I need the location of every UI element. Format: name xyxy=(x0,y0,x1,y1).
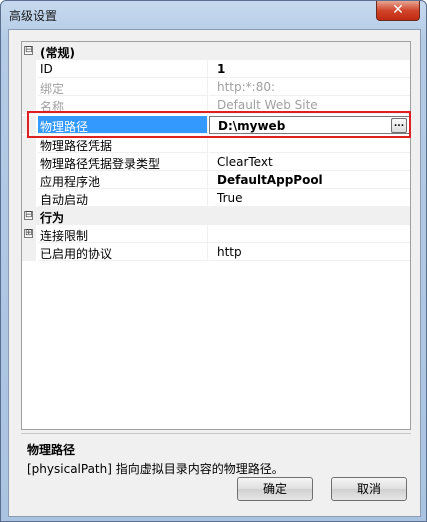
collapse-icon[interactable]: ⊟ xyxy=(24,46,33,55)
property-value: ClearText xyxy=(209,153,410,171)
window-title: 高级设置 xyxy=(9,9,58,23)
property-name: ID xyxy=(38,60,208,78)
property-row-app-pool[interactable]: 应用程序池 DefaultAppPool xyxy=(22,171,410,189)
property-row-protocols[interactable]: 已启用的协议 http xyxy=(22,243,410,261)
dialog-window: 高级设置 ✕ ⊟ (常规) ID 1 绑定 http:*:80: 名称 Defa… xyxy=(0,0,427,522)
dialog-client: ⊟ (常规) ID 1 绑定 http:*:80: 名称 Default Web… xyxy=(8,29,421,517)
property-row-bindings[interactable]: 绑定 http:*:80: xyxy=(22,78,410,96)
property-row-auto-start[interactable]: 自动启动 True xyxy=(22,189,410,207)
property-name: 绑定 xyxy=(38,78,208,96)
row-gutter xyxy=(22,243,36,261)
row-gutter xyxy=(22,60,36,78)
description-divider xyxy=(21,433,411,434)
category-behavior[interactable]: ⊟ 行为 xyxy=(22,207,410,225)
row-gutter xyxy=(22,78,36,96)
highlight-box xyxy=(27,111,411,138)
property-value: 1 xyxy=(209,60,410,78)
property-value: http:*:80: xyxy=(209,78,410,96)
property-name: 自动启动 xyxy=(38,189,208,207)
property-value: http xyxy=(209,243,410,261)
property-value xyxy=(209,225,410,243)
title-bar[interactable]: 高级设置 ✕ xyxy=(1,1,426,29)
property-grid: ⊟ (常规) ID 1 绑定 http:*:80: 名称 Default Web… xyxy=(21,41,411,430)
property-name: 物理路径凭据登录类型 xyxy=(38,153,208,171)
property-row-logon-type[interactable]: 物理路径凭据登录类型 ClearText xyxy=(22,153,410,171)
category-label: 行为 xyxy=(40,211,65,225)
row-gutter xyxy=(22,171,36,189)
cancel-button[interactable]: 取消 xyxy=(331,477,407,501)
property-name: 连接限制 xyxy=(38,225,208,243)
description-title: 物理路径 xyxy=(27,443,76,457)
property-name: 应用程序池 xyxy=(38,171,208,189)
collapse-icon[interactable]: ⊟ xyxy=(24,211,33,220)
category-label: (常规) xyxy=(40,46,75,60)
property-name: 已启用的协议 xyxy=(38,243,208,261)
property-value: DefaultAppPool xyxy=(209,171,410,189)
description-text: [physicalPath] 指向虚拟目录内容的物理路径。 xyxy=(27,462,284,476)
row-gutter xyxy=(22,189,36,207)
row-gutter xyxy=(22,153,36,171)
property-row-id[interactable]: ID 1 xyxy=(22,60,410,78)
property-value: True xyxy=(209,189,410,207)
category-general[interactable]: ⊟ (常规) xyxy=(22,42,410,60)
expand-icon[interactable]: ⊞ xyxy=(24,229,33,238)
close-button[interactable]: ✕ xyxy=(376,1,420,21)
ok-button[interactable]: 确定 xyxy=(237,477,313,501)
close-icon: ✕ xyxy=(392,2,404,18)
property-row-limits[interactable]: ⊞ 连接限制 xyxy=(22,225,410,243)
